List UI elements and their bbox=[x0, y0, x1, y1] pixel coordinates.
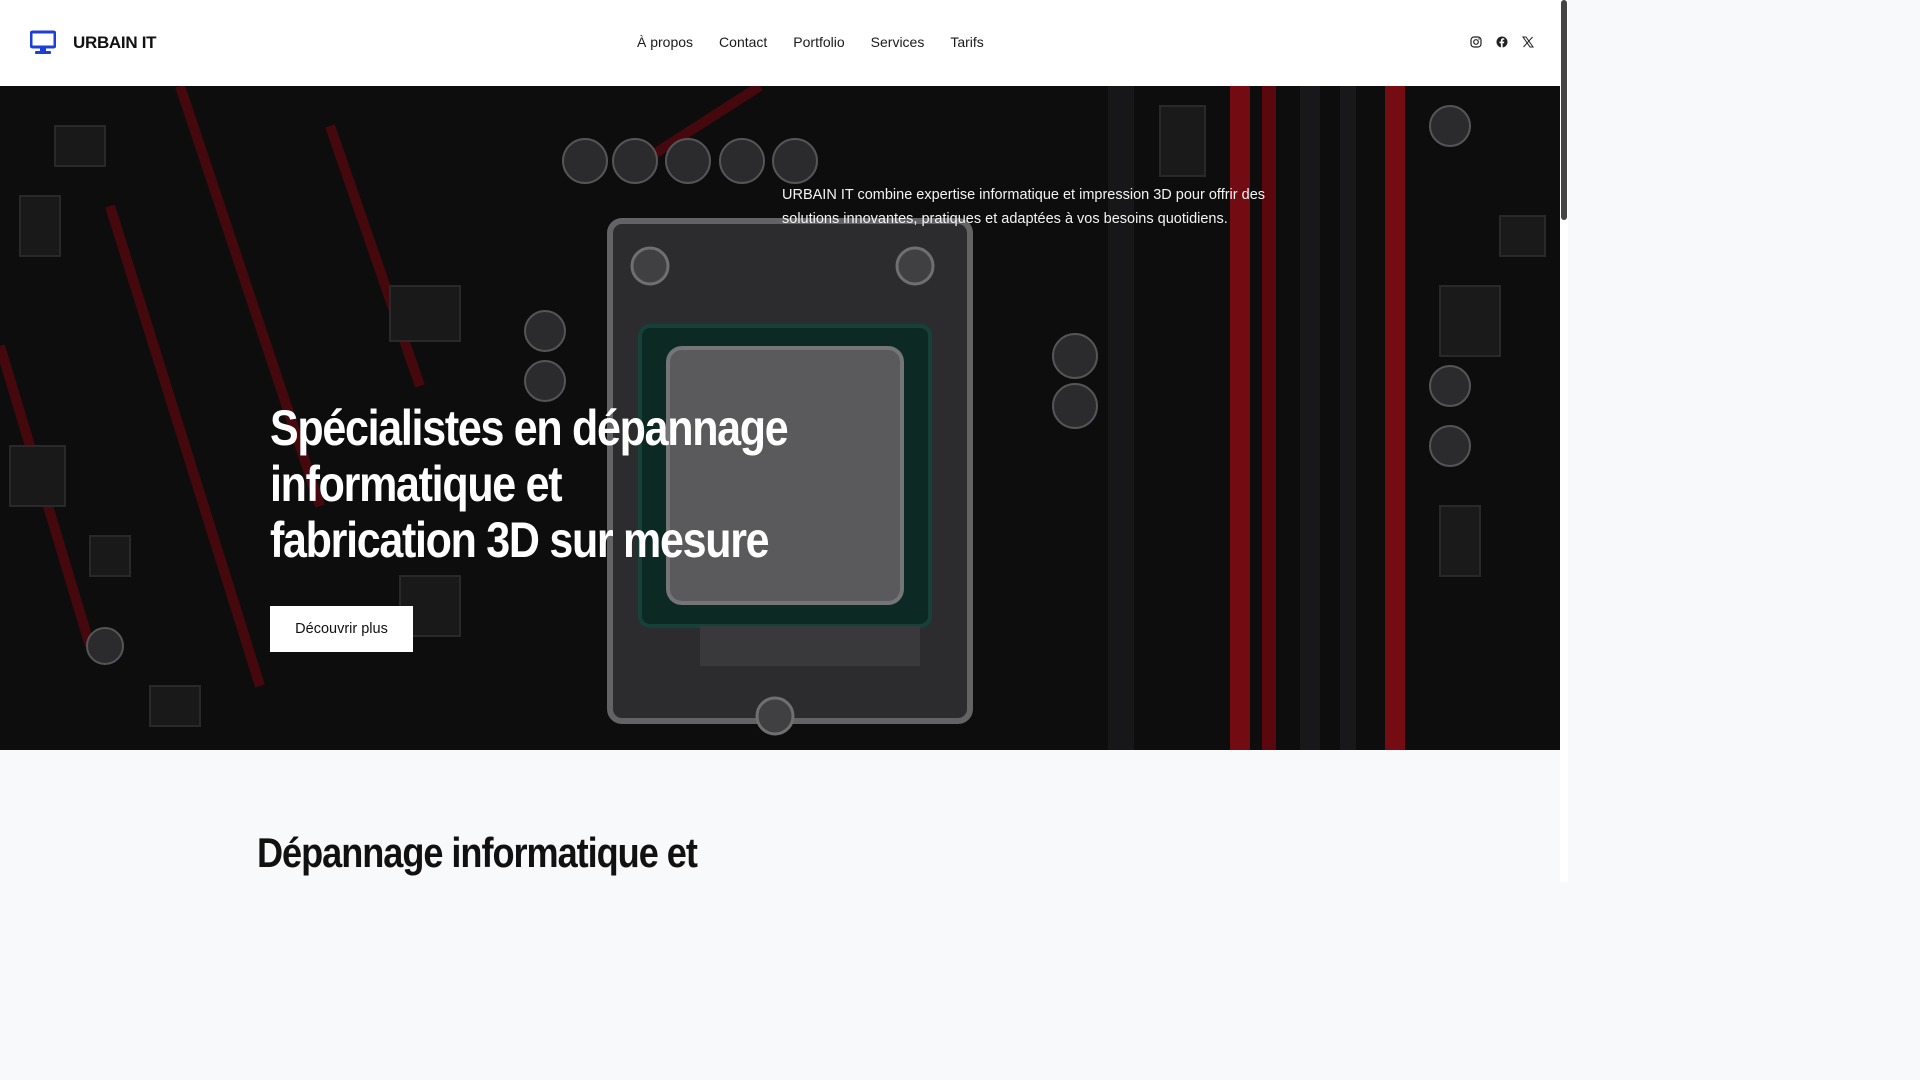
nav-item-contact[interactable]: Contact bbox=[719, 34, 767, 51]
main-nav: À propos Contact Portfolio Services Tari… bbox=[637, 34, 1010, 51]
nav-item-portfolio[interactable]: Portfolio bbox=[793, 34, 844, 51]
x-icon[interactable] bbox=[1522, 36, 1534, 48]
monitor-icon bbox=[30, 30, 56, 54]
hero-title-line: Spécialistes en dépannage bbox=[270, 400, 789, 456]
scrollbar-thumb[interactable] bbox=[1561, 0, 1567, 220]
scrollbar[interactable] bbox=[1560, 0, 1568, 882]
brand-name: URBAIN IT bbox=[73, 33, 157, 52]
social-links bbox=[1470, 36, 1534, 48]
nav-item-a-propos[interactable]: À propos bbox=[637, 34, 693, 51]
hero-title-line: informatique et bbox=[270, 456, 563, 512]
discover-more-button[interactable]: Découvrir plus bbox=[270, 606, 413, 652]
site-header: URBAIN IT À propos Contact Portfolio Ser… bbox=[0, 0, 1560, 86]
hero-title: Spécialistes en dépannage informatique e… bbox=[270, 400, 789, 568]
nav-item-services[interactable]: Services bbox=[871, 34, 925, 51]
hero-intro-text: URBAIN IT combine expertise informatique… bbox=[782, 187, 1266, 227]
nav-item-tarifs[interactable]: Tarifs bbox=[950, 34, 983, 51]
services-section: Dépannage informatique et bbox=[0, 750, 1560, 882]
section-title: Dépannage informatique et bbox=[257, 829, 698, 876]
instagram-icon[interactable] bbox=[1470, 36, 1482, 48]
brand-logo-link[interactable]: URBAIN IT bbox=[30, 30, 157, 56]
hero-title-line: fabrication 3D sur mesure bbox=[270, 512, 770, 568]
facebook-icon[interactable] bbox=[1496, 36, 1508, 48]
hero-section: URBAIN IT combine expertise informatique… bbox=[0, 86, 1560, 750]
